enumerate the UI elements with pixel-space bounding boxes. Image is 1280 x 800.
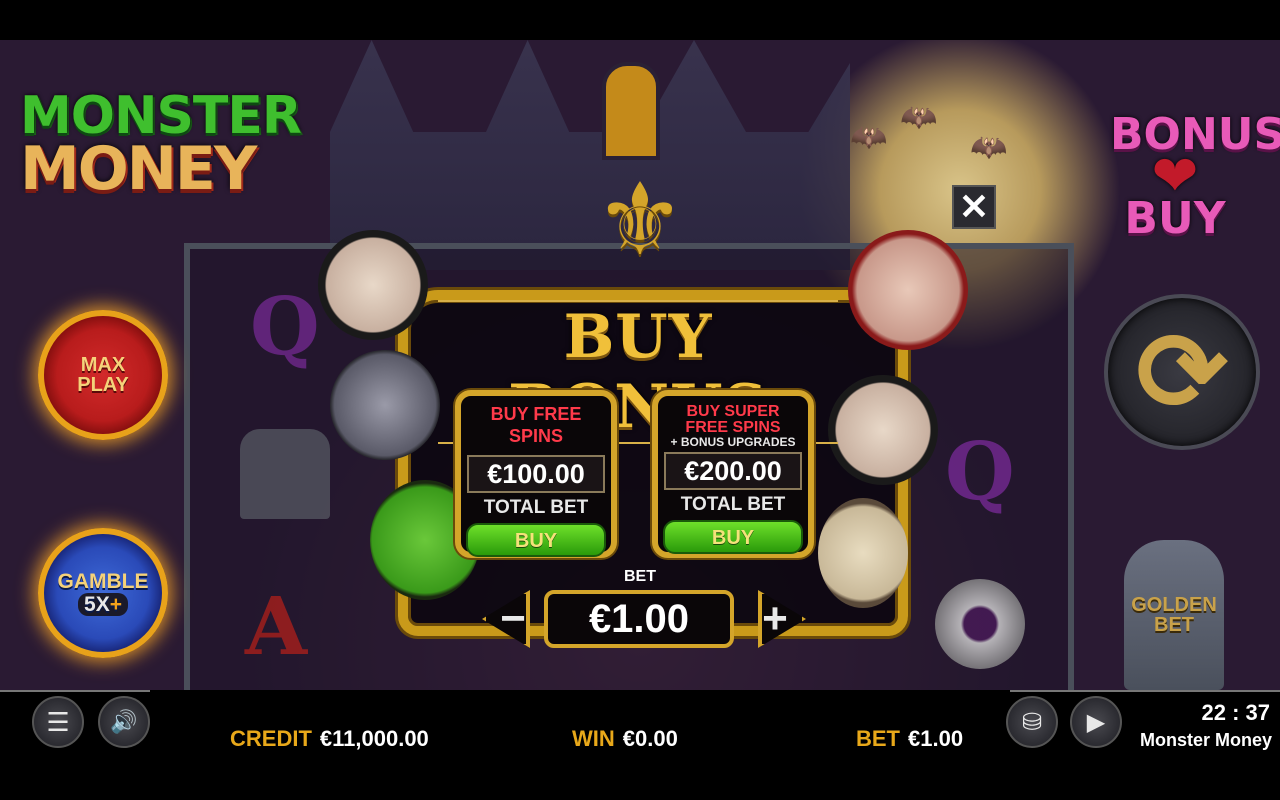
gamble-label: GAMBLE bbox=[57, 569, 149, 593]
close-button[interactable]: ✕ bbox=[952, 185, 996, 229]
bet-display: BET €1.00 bbox=[856, 726, 963, 752]
ornament-crest-icon: ⚜ bbox=[595, 164, 685, 276]
bet-value-display: €1.00 bbox=[544, 590, 734, 648]
offer-total-label: TOTAL BET bbox=[483, 497, 589, 519]
win-value: €0.00 bbox=[622, 726, 678, 751]
vampire-character bbox=[828, 375, 938, 485]
offer-total-label: TOTAL BET bbox=[680, 494, 786, 515]
offer-super-free-spins: BUY SUPER FREE SPINS + BONUS UPGRADES €2… bbox=[652, 390, 814, 558]
offer-name: BUY SUPER FREE SPINS + BONUS UPGRADES bbox=[658, 404, 808, 449]
bar-divider bbox=[0, 690, 1280, 692]
symbol-eyeball bbox=[935, 579, 1025, 669]
offer-price: €100.00 bbox=[467, 455, 605, 494]
autoplay-button[interactable]: ▶ bbox=[1070, 696, 1122, 748]
clock: 22 : 37 bbox=[1201, 700, 1271, 725]
bat-icon: 🦇 bbox=[900, 101, 938, 134]
speaker-icon: 🔊 bbox=[110, 709, 138, 734]
bet-value: €1.00 bbox=[908, 726, 964, 751]
bat-icon: 🦇 bbox=[970, 131, 1008, 164]
credit-label: CREDIT bbox=[230, 726, 312, 751]
golden-bet-line2: BET bbox=[1154, 614, 1194, 636]
bet-label: BET bbox=[856, 726, 900, 751]
credit-value: €11,000.00 bbox=[319, 726, 429, 751]
vampire-character bbox=[318, 230, 428, 340]
offer-name: BUY FREE SPINS bbox=[490, 404, 582, 446]
offer-subtitle: + BONUS UPGRADES bbox=[670, 435, 796, 449]
castle-window bbox=[602, 62, 660, 160]
bet-label: BET bbox=[624, 568, 656, 585]
buy-free-spins-button[interactable]: BUY bbox=[466, 523, 606, 558]
refresh-icon: ⟳ bbox=[1135, 311, 1229, 434]
symbol-tombstone bbox=[240, 429, 330, 519]
mummy-character bbox=[818, 498, 908, 608]
symbol-a: A bbox=[245, 579, 308, 673]
max-play-button[interactable]: MAX PLAY bbox=[38, 310, 168, 440]
spin-button[interactable]: ⟳ bbox=[1104, 294, 1260, 450]
symbol-q: Q bbox=[945, 424, 1015, 518]
menu-icon: ☰ bbox=[46, 706, 70, 737]
buy-bonus-dialog: ⚜ BUY BONUS BUY FREE SPINS €100.00 TOTAL… bbox=[318, 165, 968, 650]
max-play-line2: PLAY bbox=[77, 374, 129, 396]
golden-bet-button[interactable]: GOLDEN BET bbox=[1124, 540, 1224, 690]
game-name: Monster Money bbox=[1139, 730, 1272, 750]
plus-icon: + bbox=[109, 593, 122, 616]
win-label: WIN bbox=[572, 726, 615, 751]
bonus-buy-line2: BUY bbox=[1124, 193, 1226, 245]
logo-line2: MONEY bbox=[20, 134, 257, 205]
close-icon: ✕ bbox=[958, 186, 990, 227]
count-character bbox=[848, 230, 968, 350]
bat-icon: 🦇 bbox=[850, 121, 888, 154]
bonus-buy-button[interactable]: BONUS ❤ BUY bbox=[1110, 113, 1280, 245]
menu-button[interactable]: ☰ bbox=[32, 696, 84, 748]
game-logo: MONSTER MONEY bbox=[20, 90, 302, 205]
gamble-button[interactable]: GAMBLE 5X+ bbox=[38, 528, 168, 658]
offer-free-spins: BUY FREE SPINS €100.00 TOTAL BET BUY bbox=[455, 390, 617, 558]
max-play-line1: MAX bbox=[80, 354, 126, 376]
symbol-q: Q bbox=[250, 279, 320, 373]
werewolf-character bbox=[330, 350, 440, 460]
credit-display: CREDIT €11,000.00 bbox=[230, 726, 429, 752]
win-display: WIN €0.00 bbox=[572, 726, 678, 752]
bet-settings-button[interactable]: ⛁ bbox=[1006, 696, 1058, 748]
golden-bet-line1: GOLDEN bbox=[1131, 594, 1217, 616]
offer-price: €200.00 bbox=[664, 452, 802, 490]
sound-button[interactable]: 🔊 bbox=[98, 696, 150, 748]
buy-super-free-spins-button[interactable]: BUY bbox=[663, 520, 803, 554]
gamble-multiplier: 5X+ bbox=[78, 593, 128, 617]
coins-icon: ⛁ bbox=[1021, 708, 1043, 736]
autoplay-icon: ▶ bbox=[1086, 708, 1106, 736]
